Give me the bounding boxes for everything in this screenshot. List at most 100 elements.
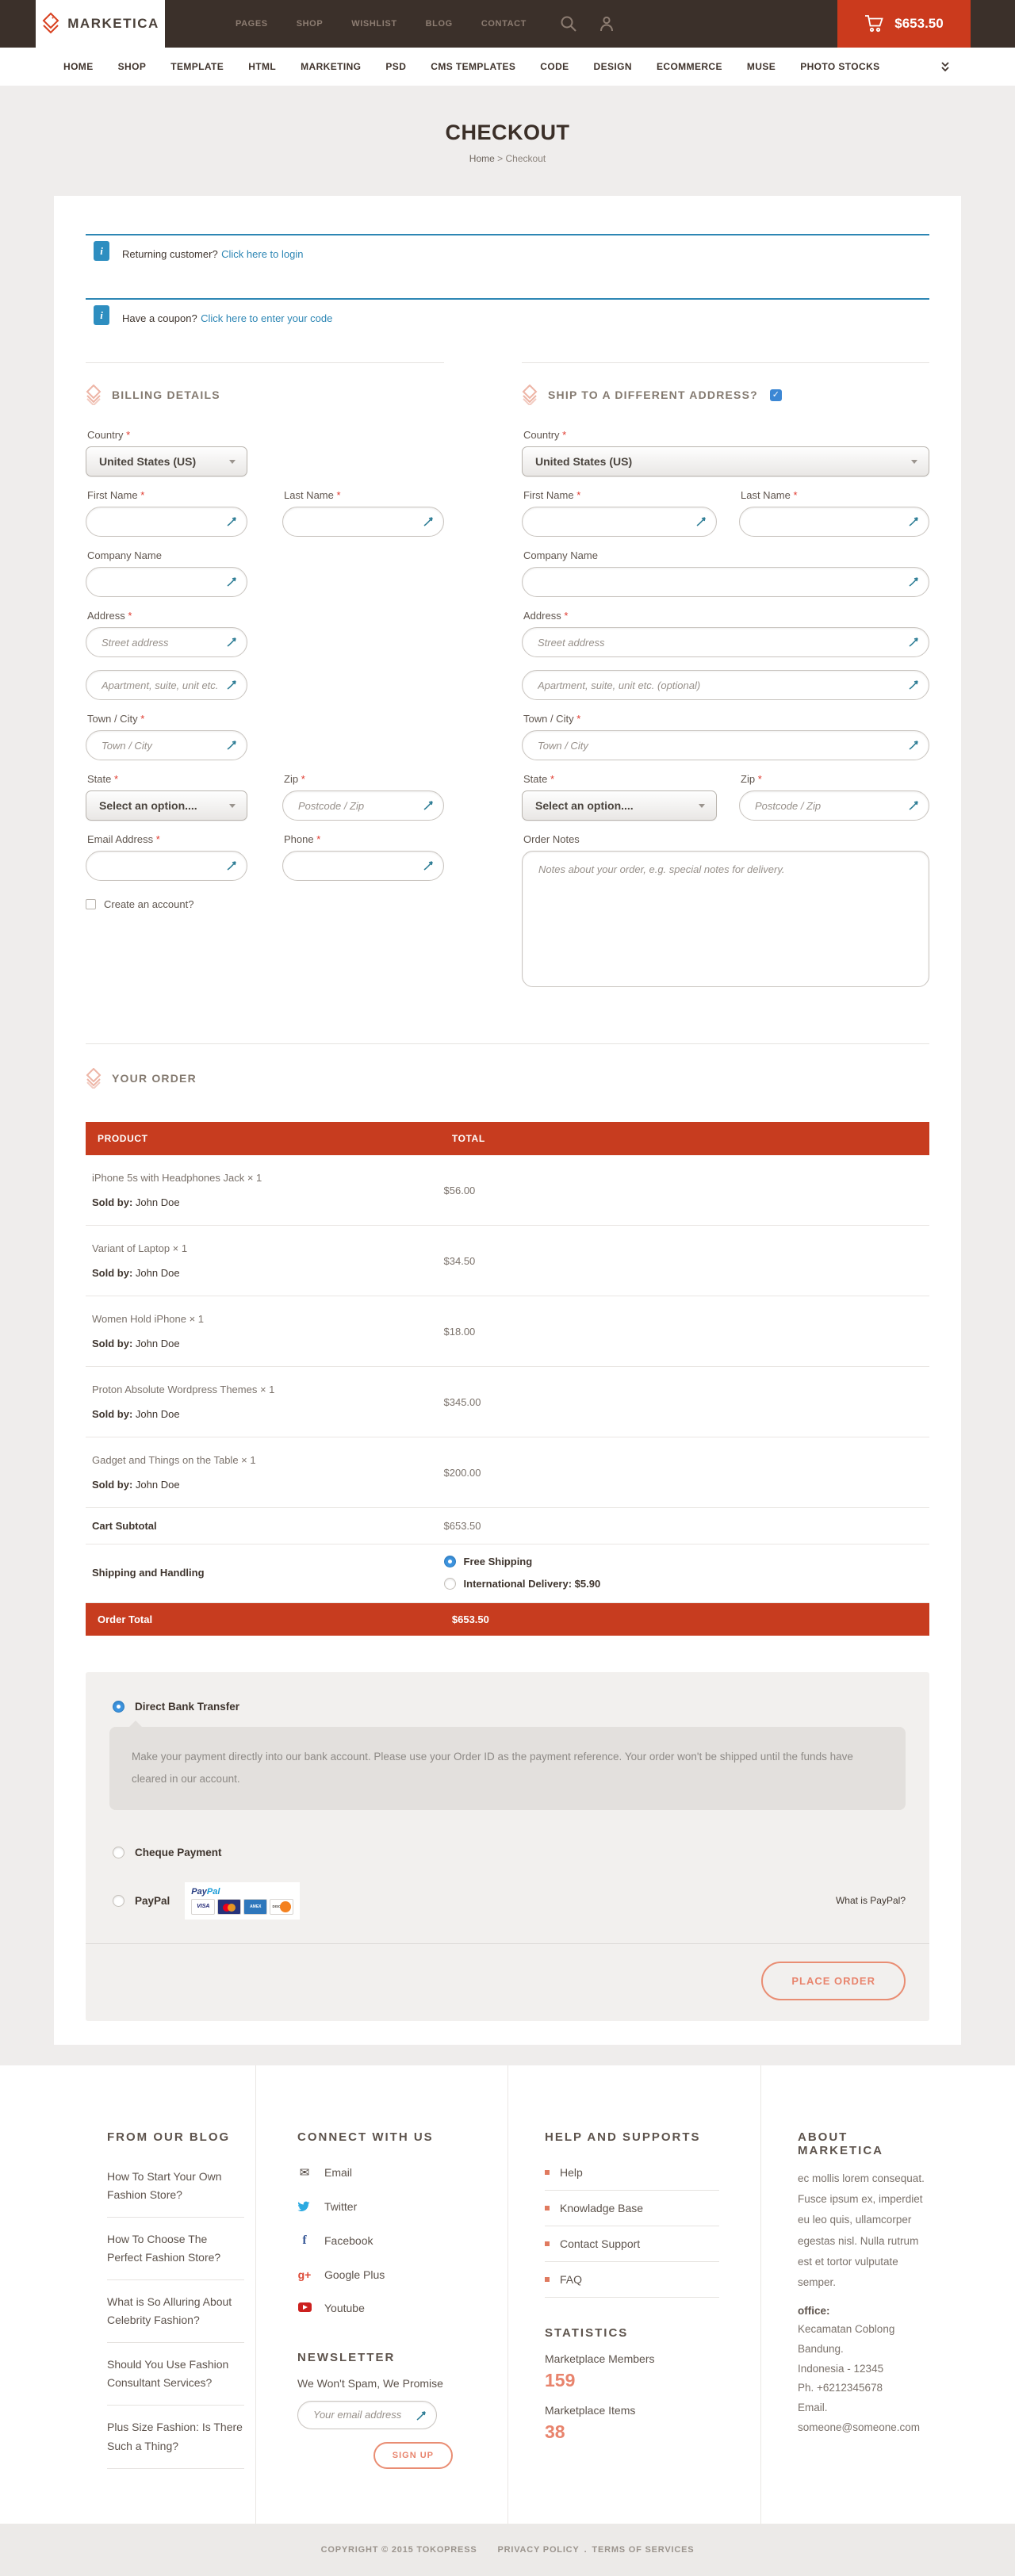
menu-item-code[interactable]: CODE bbox=[540, 61, 569, 72]
social-googleplus-link[interactable]: g+ Google Plus bbox=[297, 2258, 476, 2291]
help-link[interactable]: Knowladge Base bbox=[545, 2191, 719, 2226]
square-bullet-icon bbox=[545, 2241, 550, 2246]
seller-name[interactable]: John Doe bbox=[136, 1196, 180, 1208]
billing-street-input[interactable] bbox=[86, 627, 247, 657]
tags-section-icon bbox=[522, 385, 538, 405]
billing-zip-input[interactable] bbox=[282, 790, 444, 821]
shipping-last-name-input[interactable] bbox=[739, 507, 929, 537]
terms-link[interactable]: TERMS OF SERVICES bbox=[592, 2545, 694, 2555]
billing-section: BILLING DETAILS Country * United States … bbox=[86, 362, 444, 1004]
top-nav-pages[interactable]: PAGES bbox=[236, 19, 268, 29]
privacy-policy-link[interactable]: PRIVACY POLICY bbox=[497, 2545, 579, 2555]
shipping-town-input[interactable] bbox=[522, 730, 929, 760]
billing-last-name-input[interactable] bbox=[282, 507, 444, 537]
menu-item-psd[interactable]: PSD bbox=[385, 61, 406, 72]
billing-town-input[interactable] bbox=[86, 730, 247, 760]
sign-up-button[interactable]: SIGN UP bbox=[373, 2442, 453, 2469]
social-twitter-link[interactable]: Twitter bbox=[297, 2190, 476, 2223]
blog-post-link[interactable]: What is So Alluring About Celebrity Fash… bbox=[107, 2280, 244, 2343]
billing-first-name-input[interactable] bbox=[86, 507, 247, 537]
menu-item-muse[interactable]: MUSE bbox=[747, 61, 776, 72]
paypal-label: PayPal bbox=[135, 1895, 170, 1907]
help-link[interactable]: Contact Support bbox=[545, 2226, 719, 2262]
cart-button[interactable]: $653.50 bbox=[837, 0, 971, 48]
menu-item-ecommerce[interactable]: ECOMMERCE bbox=[657, 61, 722, 72]
about-column-title: ABOUT MARKETICA bbox=[798, 2130, 936, 2157]
billing-state-select[interactable]: Select an option.... bbox=[86, 790, 247, 821]
product-total: $200.00 bbox=[438, 1454, 929, 1491]
what-is-paypal-link[interactable]: What is PayPal? bbox=[836, 1895, 906, 1906]
page-head: CHECKOUT Home > Checkout bbox=[0, 86, 1015, 196]
seller-name[interactable]: John Doe bbox=[136, 1267, 180, 1279]
seller-name[interactable]: John Doe bbox=[136, 1408, 180, 1420]
billing-apartment-input[interactable] bbox=[86, 670, 247, 700]
ship-different-checkbox[interactable] bbox=[770, 389, 782, 401]
radio-international-delivery[interactable] bbox=[444, 1578, 456, 1590]
coupon-link[interactable]: Click here to enter your code bbox=[201, 312, 332, 324]
radio-free-shipping[interactable] bbox=[444, 1556, 456, 1567]
help-link[interactable]: Help bbox=[545, 2155, 719, 2191]
menu-item-shop[interactable]: SHOP bbox=[118, 61, 147, 72]
autofill-icon bbox=[909, 740, 919, 750]
create-account-checkbox[interactable] bbox=[86, 899, 96, 909]
billing-phone-input[interactable] bbox=[282, 851, 444, 881]
menu-item-home[interactable]: HOME bbox=[63, 61, 94, 72]
billing-company-input[interactable] bbox=[86, 567, 247, 597]
menu-expand-icon[interactable] bbox=[940, 61, 950, 72]
blog-post-link[interactable]: How To Choose The Perfect Fashion Store? bbox=[107, 2218, 244, 2280]
menu-item-html[interactable]: HTML bbox=[248, 61, 276, 72]
login-link[interactable]: Click here to login bbox=[221, 248, 303, 260]
social-facebook-link[interactable]: f Facebook bbox=[297, 2223, 476, 2258]
menu-item-cms-templates[interactable]: CMS TEMPLATES bbox=[431, 61, 515, 72]
shipping-street-input[interactable] bbox=[522, 627, 929, 657]
place-order-button[interactable]: PLACE ORDER bbox=[761, 1962, 906, 2000]
notice-text: Returning customer? bbox=[122, 248, 218, 260]
about-text: ec mollis lorem consequat. Fusce ipsum e… bbox=[798, 2168, 936, 2294]
menu-item-photo-stocks[interactable]: PHOTO STOCKS bbox=[800, 61, 879, 72]
radio-bank-transfer[interactable] bbox=[113, 1701, 124, 1713]
top-nav-wishlist[interactable]: WISHLIST bbox=[351, 19, 396, 29]
blog-post-link[interactable]: Should You Use Fashion Consultant Servic… bbox=[107, 2343, 244, 2406]
shipping-zip-input[interactable] bbox=[739, 790, 929, 821]
top-nav-blog[interactable]: BLOG bbox=[426, 19, 453, 29]
breadcrumb-home[interactable]: Home bbox=[469, 153, 495, 164]
logo-text: MARKETICA bbox=[67, 16, 159, 32]
copyright-bar: COPYRIGHT © 2015 TOKOPRESS PRIVACY POLIC… bbox=[0, 2524, 1015, 2576]
shipping-apartment-input[interactable] bbox=[522, 670, 929, 700]
shipping-row: Shipping and Handling Free Shipping Inte… bbox=[86, 1544, 929, 1603]
shipping-first-name-input[interactable] bbox=[522, 507, 717, 537]
menu-item-template[interactable]: TEMPLATE bbox=[170, 61, 224, 72]
shipping-country-select[interactable]: United States (US) bbox=[522, 446, 929, 477]
billing-country-select[interactable]: United States (US) bbox=[86, 446, 247, 477]
square-bullet-icon bbox=[545, 2170, 550, 2175]
shipping-state-select[interactable]: Select an option.... bbox=[522, 790, 717, 821]
help-link[interactable]: FAQ bbox=[545, 2262, 719, 2298]
your-order-title: YOUR ORDER bbox=[112, 1072, 197, 1085]
top-nav-shop[interactable]: SHOP bbox=[297, 19, 324, 29]
breadcrumb: Home > Checkout bbox=[0, 153, 1015, 164]
first-name-label: First Name * bbox=[523, 489, 717, 501]
free-shipping-label: Free Shipping bbox=[464, 1556, 533, 1567]
blog-post-link[interactable]: Plus Size Fashion: Is There Such a Thing… bbox=[107, 2406, 244, 2468]
amex-card-icon: AMEX bbox=[243, 1899, 267, 1915]
top-nav-contact[interactable]: CONTACT bbox=[481, 19, 527, 29]
order-item-row: iPhone 5s with Headphones Jack × 1 Sold … bbox=[86, 1155, 929, 1226]
shipping-company-input[interactable] bbox=[522, 567, 929, 597]
tag-logo-icon bbox=[41, 12, 60, 36]
radio-cheque-payment[interactable] bbox=[113, 1847, 124, 1858]
logo[interactable]: MARKETICA bbox=[36, 0, 165, 48]
user-icon[interactable] bbox=[598, 15, 615, 33]
seller-name[interactable]: John Doe bbox=[136, 1338, 180, 1349]
blog-post-link[interactable]: How To Start Your Own Fashion Store? bbox=[107, 2155, 244, 2218]
search-icon[interactable] bbox=[560, 15, 577, 33]
menu-item-design[interactable]: DESIGN bbox=[594, 61, 632, 72]
social-youtube-link[interactable]: Youtube bbox=[297, 2291, 476, 2325]
billing-email-input[interactable] bbox=[86, 851, 247, 881]
seller-name[interactable]: John Doe bbox=[136, 1479, 180, 1491]
menu-item-marketing[interactable]: MARKETING bbox=[301, 61, 361, 72]
social-email-link[interactable]: ✉ Email bbox=[297, 2155, 476, 2190]
radio-paypal[interactable] bbox=[113, 1895, 124, 1907]
breadcrumb-current: Checkout bbox=[506, 153, 546, 164]
order-notes-textarea[interactable] bbox=[522, 851, 929, 987]
office-address-line: Indonesia - 12345 bbox=[798, 2360, 936, 2379]
